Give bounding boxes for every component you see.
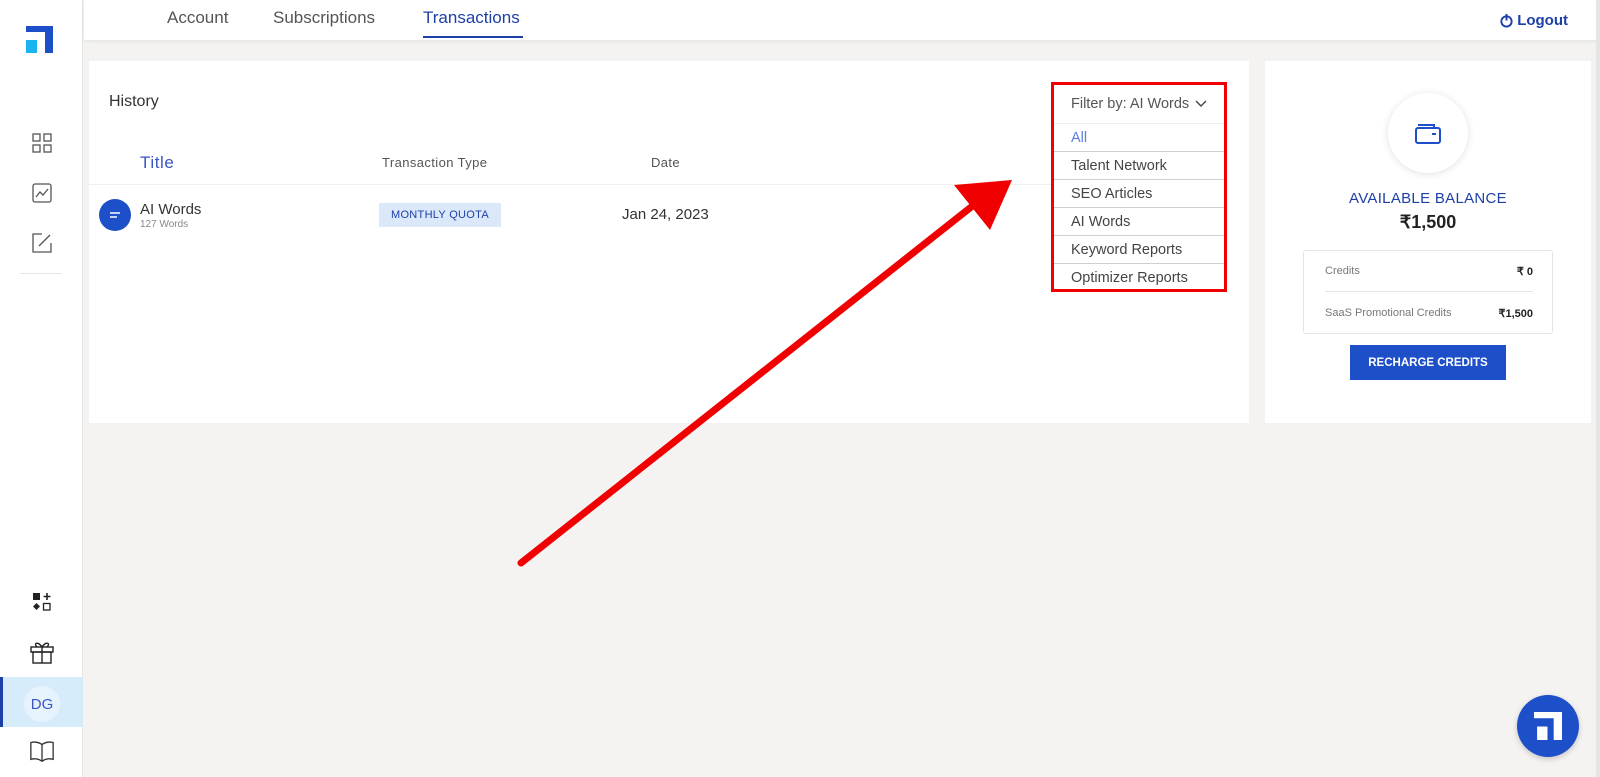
row-date: Jan 24, 2023 xyxy=(622,206,709,223)
history-title: History xyxy=(109,93,159,110)
available-balance-label: AVAILABLE BALANCE xyxy=(1349,190,1507,207)
filter-option-talent-network[interactable]: Talent Network xyxy=(1054,151,1224,179)
filter-option-all[interactable]: All xyxy=(1054,123,1224,151)
help-chat-button[interactable] xyxy=(1517,695,1579,757)
credits-divider xyxy=(1325,291,1533,292)
recharge-credits-button[interactable]: RECHARGE CREDITS xyxy=(1350,345,1506,380)
book-icon[interactable] xyxy=(29,738,55,764)
filter-label: Filter by: AI Words xyxy=(1071,96,1190,112)
row-title: AI Words xyxy=(140,201,202,218)
edit-icon[interactable] xyxy=(29,230,55,256)
row-subtitle: 127 Words xyxy=(140,219,189,230)
logout-button[interactable]: Logout xyxy=(1499,12,1568,29)
history-panel: History Title Transaction Type Date AI W… xyxy=(89,61,1249,423)
tab-account[interactable]: Account xyxy=(167,8,228,28)
tab-subscriptions[interactable]: Subscriptions xyxy=(273,8,375,28)
active-tab-underline xyxy=(423,36,523,38)
credits-line: Credits ₹ 0 xyxy=(1325,265,1533,278)
tab-transactions[interactable]: Transactions xyxy=(423,8,520,28)
sidebar: DG xyxy=(0,0,83,777)
gift-icon[interactable] xyxy=(29,639,55,665)
chart-icon[interactable] xyxy=(29,180,55,206)
chevron-down-icon xyxy=(1195,100,1207,107)
promo-credits-value: ₹1,500 xyxy=(1498,308,1533,320)
credits-value: ₹ 0 xyxy=(1516,266,1533,278)
sidebar-divider xyxy=(20,273,62,274)
shapes-add-icon[interactable] xyxy=(29,589,55,615)
wallet-icon xyxy=(1388,93,1468,173)
transaction-type-badge: MONTHLY QUOTA xyxy=(379,203,501,227)
filter-select[interactable]: Filter by: AI Words xyxy=(1071,96,1207,112)
power-icon xyxy=(1500,13,1513,28)
filter-option-keyword-reports[interactable]: Keyword Reports xyxy=(1054,235,1224,263)
filter-option-optimizer-reports[interactable]: Optimizer Reports xyxy=(1054,263,1224,291)
avatar[interactable]: DG xyxy=(24,686,60,722)
promo-credits-label: SaaS Promotional Credits xyxy=(1325,307,1452,319)
column-header-title: Title xyxy=(140,153,175,172)
filter-option-seo-articles[interactable]: SEO Articles xyxy=(1054,179,1224,207)
column-header-transaction-type: Transaction Type xyxy=(382,155,488,170)
available-balance-amount: ₹1,500 xyxy=(1399,212,1457,232)
top-navigation: Account Subscriptions Transactions Logou… xyxy=(84,0,1600,40)
filter-dropdown: Filter by: AI Words All Talent Network S… xyxy=(1051,82,1227,292)
dashboard-grid-icon[interactable] xyxy=(29,130,55,156)
promo-credits-line: SaaS Promotional Credits ₹1,500 xyxy=(1325,307,1533,320)
scrollbar-track[interactable] xyxy=(1596,0,1600,777)
credits-breakdown: Credits ₹ 0 SaaS Promotional Credits ₹1,… xyxy=(1303,250,1553,334)
balance-card: AVAILABLE BALANCE ₹1,500 Credits ₹ 0 Saa… xyxy=(1265,61,1591,423)
column-header-date: Date xyxy=(651,155,681,170)
app-logo[interactable] xyxy=(26,26,53,53)
logo-icon xyxy=(1534,712,1562,740)
logout-label: Logout xyxy=(1517,12,1568,29)
credits-label: Credits xyxy=(1325,265,1360,277)
document-icon xyxy=(99,199,131,231)
filter-option-ai-words[interactable]: AI Words xyxy=(1054,207,1224,235)
header-divider xyxy=(89,184,1219,185)
